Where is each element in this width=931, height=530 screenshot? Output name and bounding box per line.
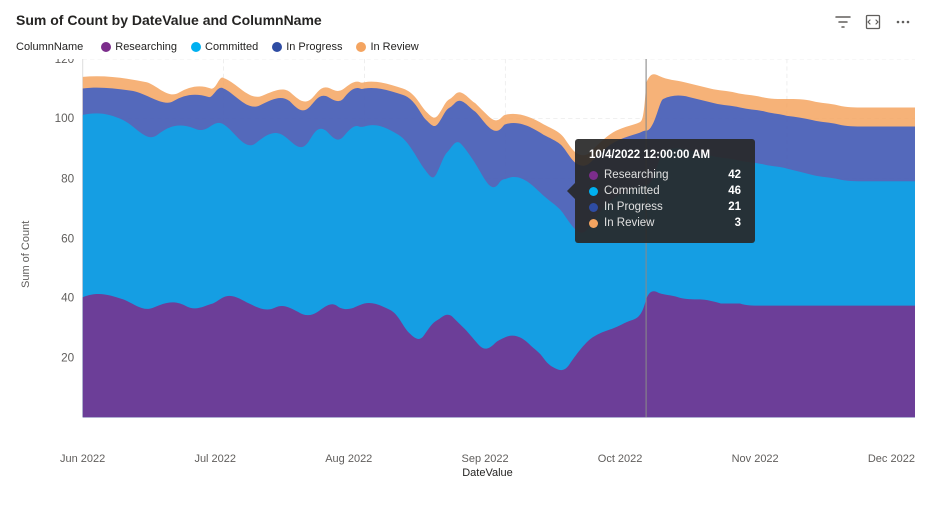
x-tick-oct: Oct 2022: [598, 453, 643, 465]
legend-dot-committed: [191, 42, 201, 52]
chart-container: Sum of Count by DateValue and ColumnName: [0, 0, 931, 530]
legend-label-inprogress: In Progress: [286, 41, 342, 53]
chart-title: Sum of Count by DateValue and ColumnName: [16, 12, 322, 28]
legend-dot-inprogress: [272, 42, 282, 52]
legend-dot-researching: [101, 42, 111, 52]
legend-item-inreview: In Review: [356, 41, 418, 53]
chart-svg: 120 100 80 60 40 20: [40, 59, 915, 449]
chart-inner: 120 100 80 60 40 20: [40, 59, 915, 449]
svg-text:80: 80: [61, 172, 75, 185]
legend-label-committed: Committed: [205, 41, 258, 53]
x-tick-sep: Sep 2022: [461, 453, 508, 465]
legend-dot-inreview: [356, 42, 366, 52]
legend-label-researching: Researching: [115, 41, 177, 53]
expand-icon[interactable]: [861, 12, 885, 37]
x-axis-ticks: Jun 2022 Jul 2022 Aug 2022 Sep 2022 Oct …: [60, 449, 915, 465]
y-axis-label: Sum of Count: [16, 59, 36, 449]
filter-icon[interactable]: [831, 12, 855, 37]
more-icon[interactable]: [891, 12, 915, 37]
legend-label-inreview: In Review: [370, 41, 418, 53]
x-tick-nov: Nov 2022: [732, 453, 779, 465]
x-tick-dec: Dec 2022: [868, 453, 915, 465]
chart-header: Sum of Count by DateValue and ColumnName: [16, 12, 915, 37]
svg-text:120: 120: [55, 59, 75, 66]
legend: ColumnName Researching Committed In Prog…: [16, 41, 915, 53]
x-tick-jun: Jun 2022: [60, 453, 105, 465]
legend-item-committed: Committed: [191, 41, 258, 53]
legend-item-researching: Researching: [101, 41, 177, 53]
header-icons: [831, 12, 915, 37]
svg-text:100: 100: [55, 112, 75, 125]
x-tick-jul: Jul 2022: [194, 453, 236, 465]
svg-text:60: 60: [61, 232, 75, 245]
x-axis-label: DateValue: [60, 467, 915, 479]
svg-text:40: 40: [61, 291, 75, 304]
legend-column-label: ColumnName: [16, 41, 83, 53]
x-tick-aug: Aug 2022: [325, 453, 372, 465]
chart-area: Sum of Count 120: [16, 59, 915, 449]
legend-item-inprogress: In Progress: [272, 41, 342, 53]
svg-text:20: 20: [61, 352, 75, 365]
